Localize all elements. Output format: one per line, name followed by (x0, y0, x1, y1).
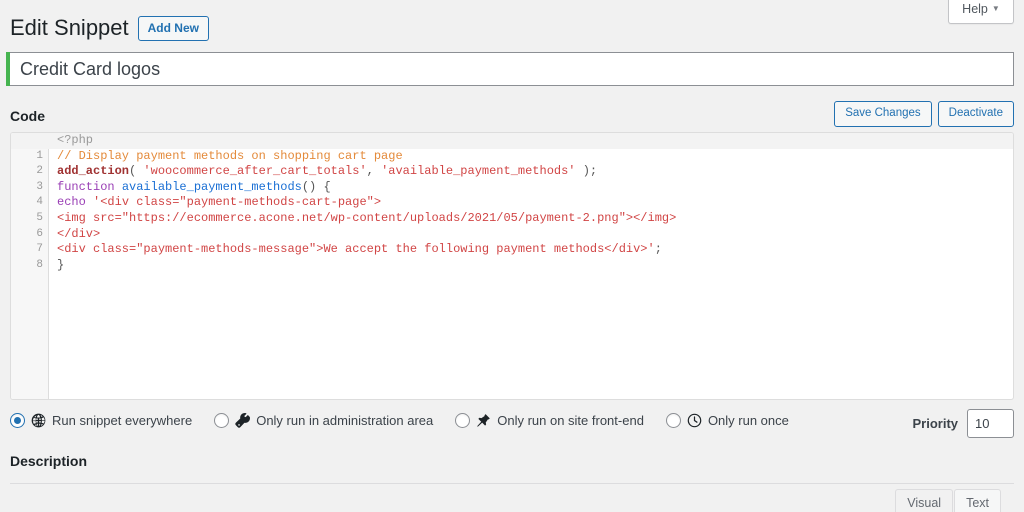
code-token: echo (57, 195, 86, 209)
code-line[interactable]: 8} (11, 258, 1013, 274)
chevron-down-icon: ▼ (992, 5, 1000, 13)
help-dropdown-button[interactable]: Help ▼ (948, 0, 1014, 24)
line-number: 4 (11, 195, 43, 211)
code-token: , (367, 164, 381, 178)
scope-radio[interactable] (455, 413, 470, 428)
code-token: 'woocommerce_after_cart_totals' (143, 164, 366, 178)
code-token: available_payment_methods (122, 180, 302, 194)
code-token (86, 195, 93, 209)
description-label: Description (10, 453, 87, 469)
code-action-buttons: Save Changes Deactivate (834, 101, 1014, 127)
code-token: <img src="https://ecommerce.acone.net/wp… (57, 211, 676, 225)
add-new-button[interactable]: Add New (138, 16, 209, 41)
php-open-tag: <?php (57, 133, 93, 147)
code-line[interactable]: 1 // Display payment methods on shopping … (11, 149, 1013, 165)
line-number: 3 (11, 180, 43, 196)
scope-radio[interactable] (10, 413, 25, 428)
scope-radio[interactable] (666, 413, 681, 428)
save-changes-button[interactable]: Save Changes (834, 101, 931, 127)
page-header: Edit Snippet Add New (10, 14, 209, 43)
priority-label: Priority (912, 416, 958, 431)
clock-icon (687, 413, 702, 428)
line-number: 6 (11, 227, 43, 243)
line-number: 5 (11, 211, 43, 227)
code-line[interactable]: 2 add_action( 'woocommerce_after_cart_tot… (11, 164, 1013, 180)
pin-icon (476, 413, 491, 428)
code-token (115, 180, 122, 194)
snippet-title-field-wrapper[interactable] (10, 52, 1014, 86)
scope-option-4[interactable]: Only run once (666, 413, 789, 428)
scope-radio[interactable] (214, 413, 229, 428)
priority-input[interactable] (967, 409, 1014, 438)
tab-text[interactable]: Text (954, 489, 1001, 512)
scope-option-label: Only run in administration area (256, 413, 433, 428)
editor-mode-tabs: VisualText (895, 489, 1001, 512)
code-token: 'available_payment_methods' (381, 164, 575, 178)
scope-option-1[interactable]: Run snippet everywhere (10, 413, 192, 428)
line-number: 8 (11, 258, 43, 274)
scope-radio-group: Run snippet everywhere Only run in admini… (10, 413, 811, 428)
wrench-icon (235, 413, 250, 428)
code-token: '<div class="payment-methods-cart-page"> (93, 195, 381, 209)
globe-icon (31, 413, 46, 428)
description-editor-panel: VisualText (10, 483, 1014, 512)
line-number: 7 (11, 242, 43, 258)
code-section-label: Code (10, 108, 45, 124)
scope-option-label: Only run on site front-end (497, 413, 644, 428)
scope-option-label: Only run once (708, 413, 789, 428)
priority-group: Priority (912, 409, 1014, 438)
code-token: } (57, 258, 64, 272)
code-line[interactable]: 7 <div class="payment-methods-message">We… (11, 242, 1013, 258)
line-number: 2 (11, 164, 43, 180)
scope-option-2[interactable]: Only run in administration area (214, 413, 433, 428)
code-token: () { (302, 180, 331, 194)
code-token: ); (576, 164, 598, 178)
scope-option-label: Run snippet everywhere (52, 413, 192, 428)
code-token: add_action (57, 164, 129, 178)
code-line[interactable]: 3 function available_payment_methods() { (11, 180, 1013, 196)
scope-option-3[interactable]: Only run on site front-end (455, 413, 644, 428)
deactivate-button[interactable]: Deactivate (938, 101, 1014, 127)
code-line[interactable]: 5 <img src="https://ecommerce.acone.net/w… (11, 211, 1013, 227)
line-number: 1 (11, 149, 43, 165)
code-lines-container: <?php 1 // Display payment methods on shop… (11, 133, 1013, 273)
code-token: <div class="payment-methods-message">We … (57, 242, 655, 256)
code-line-php-open: <?php (11, 133, 1013, 149)
code-editor[interactable]: ? <?php1// Display payment methods on sh… (10, 132, 1014, 400)
snippet-title-input[interactable] (10, 53, 1013, 85)
code-token: ; (655, 242, 662, 256)
help-label: Help (962, 3, 988, 16)
code-token: ( (129, 164, 143, 178)
page-title: Edit Snippet (10, 14, 129, 43)
code-token: </div> (57, 227, 100, 241)
code-token: function (57, 180, 115, 194)
code-line[interactable]: 4 echo '<div class="payment-methods-cart-… (11, 195, 1013, 211)
tab-visual[interactable]: Visual (895, 489, 953, 512)
code-line[interactable]: 6 </div> (11, 227, 1013, 243)
code-token: // Display payment methods on shopping c… (57, 149, 403, 163)
